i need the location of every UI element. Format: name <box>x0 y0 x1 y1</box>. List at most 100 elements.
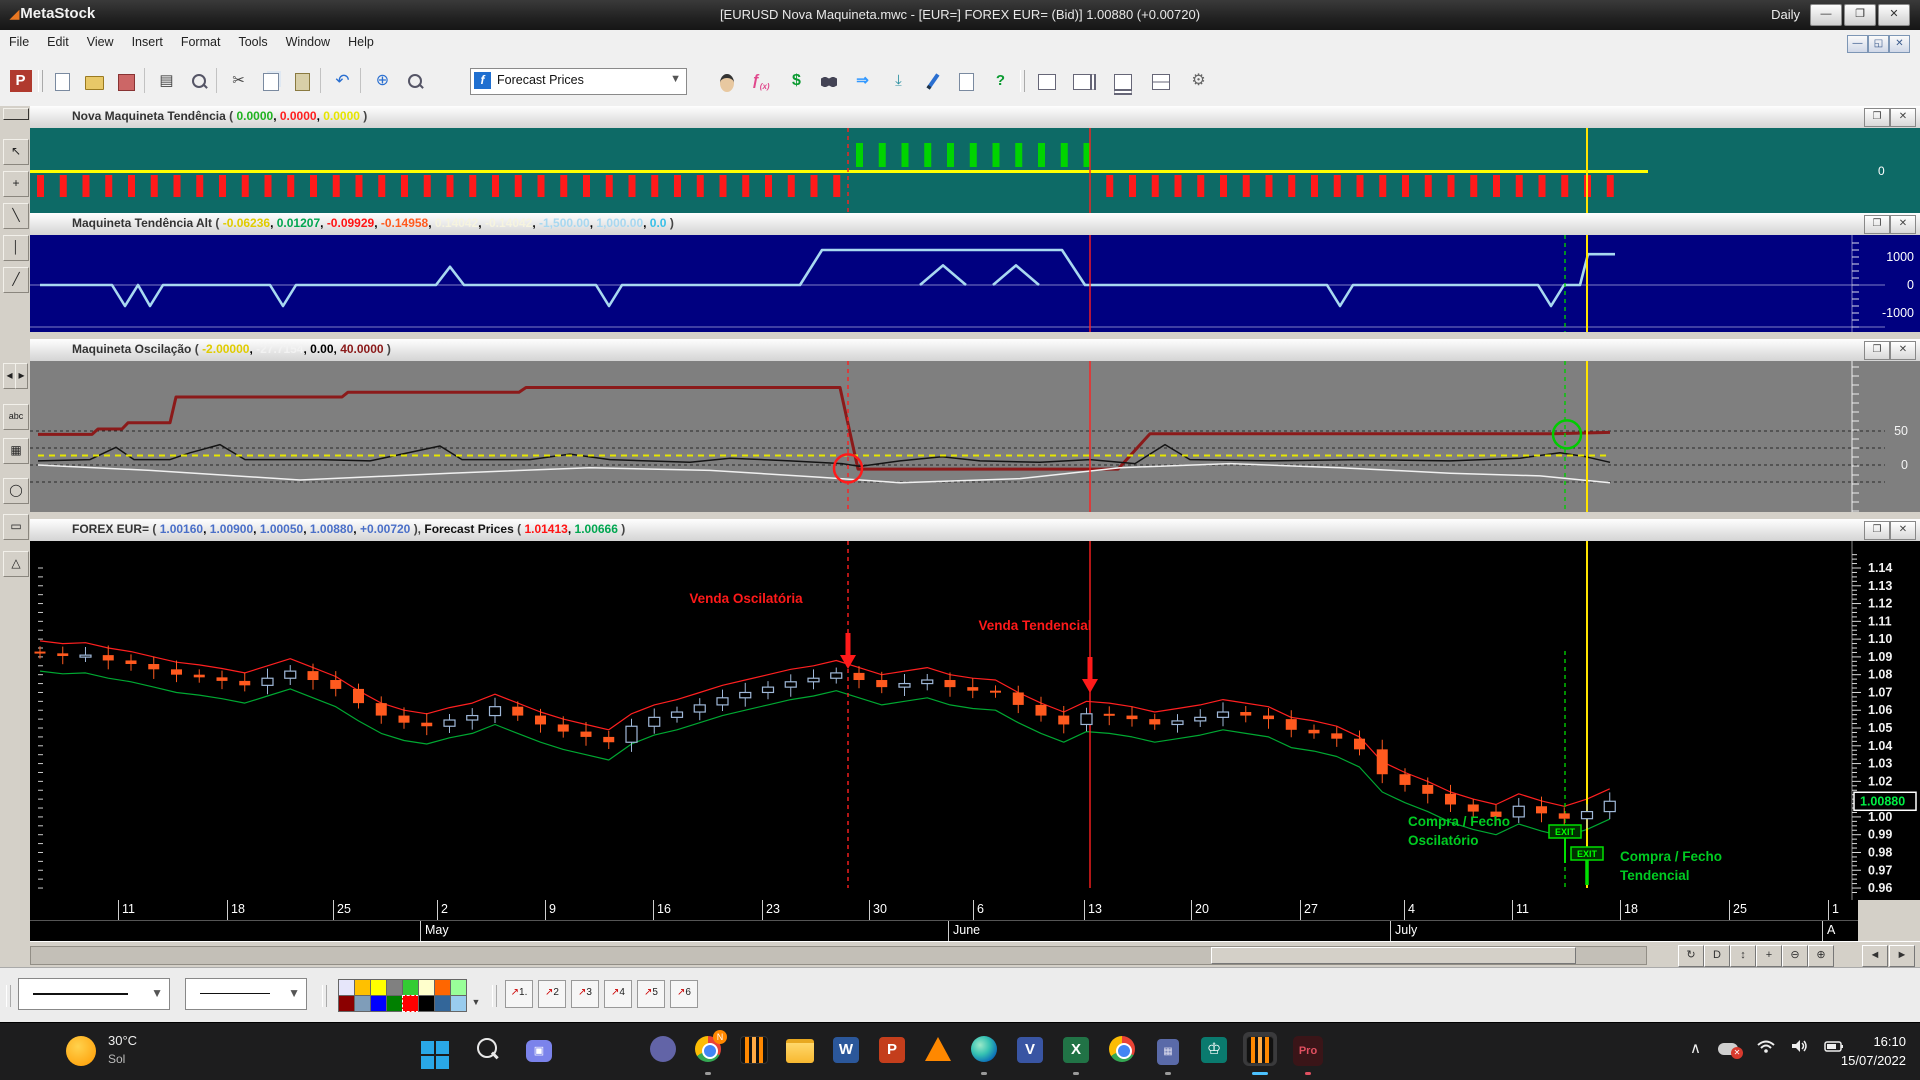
go-arrow-button[interactable]: ⇒ <box>848 67 877 96</box>
triangle-tool[interactable]: △ <box>3 551 29 577</box>
trendline-tool[interactable]: ╲ <box>3 203 29 229</box>
mdi-minimize-button[interactable]: — <box>1847 35 1868 53</box>
close-button[interactable]: ✕ <box>1878 4 1910 26</box>
zoom-button[interactable] <box>400 67 429 96</box>
taskbar-icon-excel[interactable]: X <box>1059 1032 1093 1066</box>
more-colors-dropdown[interactable]: ▼ <box>468 986 484 1018</box>
chart-plot-area-price[interactable]: Venda OscilatóriaVenda TendencialCompra … <box>30 541 1920 900</box>
weather-temperature[interactable]: 30°C <box>108 1033 137 1048</box>
menu-insert[interactable]: Insert <box>123 30 172 54</box>
color-swatch[interactable] <box>450 979 467 996</box>
doc-inspect-button[interactable] <box>952 67 981 96</box>
scrollbar-track[interactable] <box>30 946 1647 965</box>
scroll-right-button[interactable]: ▸ <box>15 363 28 389</box>
color-swatch[interactable] <box>338 995 355 1012</box>
tray-chevron-up-icon[interactable]: ∧ <box>1690 1039 1701 1057</box>
copy-button[interactable] <box>256 67 285 96</box>
minimize-button[interactable]: — <box>1810 4 1842 26</box>
taskbar-icon-explorer[interactable] <box>783 1032 817 1066</box>
color-swatch[interactable] <box>354 979 371 996</box>
chart-plot-area-tendencia-alt[interactable]: 10000-1000 <box>30 235 1920 332</box>
ray-line-tool[interactable]: ╱ <box>3 267 29 293</box>
pane-close-button[interactable]: ✕ <box>1890 215 1916 234</box>
open-chart-button[interactable] <box>80 67 109 96</box>
new-chart-button[interactable] <box>48 67 77 96</box>
pane-close-button[interactable]: ✕ <box>1890 521 1916 540</box>
chart-template-button-2[interactable]: ↗2 <box>538 980 566 1008</box>
taskbar-icon-vlc[interactable] <box>921 1032 955 1066</box>
tray-wifi-icon[interactable] <box>1757 1039 1775 1053</box>
ellipse-tool[interactable]: ◯ <box>3 478 29 504</box>
explore-binoculars-button[interactable] <box>814 67 843 96</box>
chart-template-button-4[interactable]: ↗4 <box>604 980 632 1008</box>
crosshair-tool[interactable]: + <box>3 171 29 197</box>
color-swatch[interactable] <box>338 979 355 996</box>
pane-maximize-button[interactable]: ❐ <box>1864 341 1890 360</box>
chart-template-button-3[interactable]: ↗3 <box>571 980 599 1008</box>
taskbar-icon-search[interactable] <box>470 1032 504 1066</box>
color-swatch[interactable] <box>418 995 435 1012</box>
chart-template-button-5[interactable]: ↗5 <box>637 980 665 1008</box>
tray-onedrive-error-icon[interactable]: ✕ <box>1718 1039 1738 1059</box>
pan-button[interactable]: + <box>1756 945 1782 967</box>
taskbar-icon-word[interactable]: W <box>829 1032 863 1066</box>
menu-format[interactable]: Format <box>172 30 230 54</box>
taskbar-icon-pro[interactable]: Pro <box>1291 1032 1325 1066</box>
rectangle-tool[interactable]: ▭ <box>3 514 29 540</box>
line-style-combo[interactable]: ▼ <box>18 978 170 1010</box>
taskbar-icon-chrome-n[interactable]: N <box>691 1032 725 1066</box>
taskbar-icon-chess[interactable]: ♔ <box>1197 1032 1231 1066</box>
help-pointer-button[interactable]: ? <box>986 67 1015 96</box>
menu-tools[interactable]: Tools <box>229 30 276 54</box>
color-swatch[interactable] <box>434 979 451 996</box>
color-swatch[interactable] <box>434 995 451 1012</box>
pane-close-button[interactable]: ✕ <box>1890 341 1916 360</box>
indicator-builder-button[interactable]: ƒ(x) <box>746 67 775 96</box>
downloader-button[interactable]: ⤓ <box>884 67 913 96</box>
dollar-button[interactable]: $ <box>782 67 811 96</box>
color-swatch[interactable] <box>386 979 403 996</box>
cascade-windows-button[interactable] <box>1032 67 1061 96</box>
pane-maximize-button[interactable]: ❐ <box>1864 108 1890 127</box>
cut-button[interactable]: ✂ <box>224 67 253 96</box>
color-swatch[interactable] <box>402 995 419 1012</box>
menu-window[interactable]: Window <box>277 30 339 54</box>
scroll-right-button[interactable]: ► <box>1889 945 1915 967</box>
maximize-button[interactable]: ❐ <box>1844 4 1876 26</box>
taskbar-icon-chrome[interactable] <box>1105 1032 1139 1066</box>
periodicity-d-button[interactable]: D <box>1704 945 1730 967</box>
vertical-line-tool[interactable]: │ <box>3 235 29 261</box>
taskbar-icon-metastock-active[interactable] <box>1243 1032 1277 1066</box>
report-button[interactable]: ▤ <box>152 67 181 96</box>
taskbar-icon-start[interactable] <box>418 1032 452 1066</box>
weather-sun-icon[interactable] <box>66 1036 96 1066</box>
zoom-in-button[interactable]: ⊕ <box>1808 945 1834 967</box>
taskbar-icon-powerpoint[interactable]: P <box>875 1032 909 1066</box>
color-swatch[interactable] <box>450 995 467 1012</box>
color-swatch[interactable] <box>354 995 371 1012</box>
color-swatch[interactable] <box>386 995 403 1012</box>
vertical-fit-button[interactable]: ↕ <box>1730 945 1756 967</box>
customize-gear-button[interactable]: ⚙ <box>1184 67 1213 96</box>
taskbar-icon-edge[interactable] <box>967 1032 1001 1066</box>
tile-grid-button[interactable] <box>1146 67 1175 96</box>
taskbar-icon-calculator[interactable]: ▦ <box>1151 1032 1185 1066</box>
scroll-left-button[interactable]: ◄ <box>1862 945 1888 967</box>
scrollbar-thumb[interactable] <box>1211 947 1576 964</box>
taskbar-icon-metastock[interactable] <box>737 1032 771 1066</box>
mdi-close-button[interactable]: ✕ <box>1889 35 1910 53</box>
crosshair-button[interactable]: ⊕ <box>368 67 397 96</box>
chart-template-button-1[interactable]: ↗1. <box>505 980 533 1008</box>
mdi-restore-button[interactable]: ◱ <box>1868 35 1889 53</box>
undo-button[interactable]: ↶ <box>328 67 357 96</box>
pane-maximize-button[interactable]: ❐ <box>1864 521 1890 540</box>
menu-edit[interactable]: Edit <box>38 30 78 54</box>
weather-description[interactable]: Sol <box>108 1052 125 1066</box>
tile-horizontal-button[interactable] <box>1108 67 1137 96</box>
select-tool[interactable]: ↖ <box>3 139 29 165</box>
paste-button[interactable] <box>288 67 317 96</box>
taskbar-icon-visio[interactable]: V <box>1013 1032 1047 1066</box>
pane-close-button[interactable]: ✕ <box>1890 108 1916 127</box>
explorer-detective-button[interactable] <box>712 67 741 96</box>
taskbar-icon-app-purple[interactable] <box>646 1032 680 1066</box>
